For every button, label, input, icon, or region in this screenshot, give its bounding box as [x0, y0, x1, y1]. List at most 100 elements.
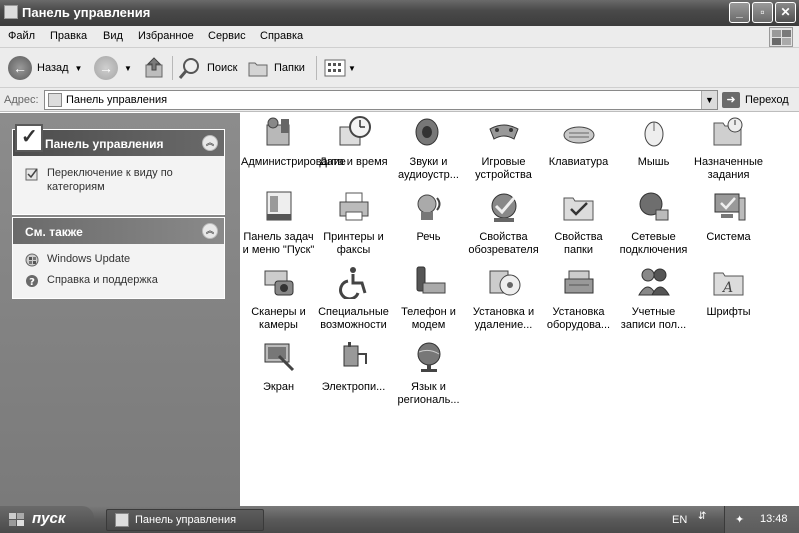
menu-help[interactable]: Справка — [260, 30, 303, 42]
toolbar-separator — [172, 56, 173, 80]
item-display[interactable]: Экран — [241, 340, 316, 394]
windows-update-link[interactable]: Windows Update — [13, 252, 224, 267]
language-switch-icon[interactable]: ⇵ — [698, 511, 706, 522]
item-game-controllers[interactable]: Игровые устройства — [466, 115, 541, 182]
see-also-box: См. также ︽ Windows Update ? Справка и п… — [12, 217, 225, 299]
item-accessibility[interactable]: Специальные возможности — [316, 265, 391, 332]
windows-update-label: Windows Update — [47, 253, 131, 265]
item-phone-modem[interactable]: Телефон и модем — [391, 265, 466, 332]
item-admin-tools[interactable]: Администрирование — [241, 115, 346, 169]
help-support-link[interactable]: ? Справка и поддержка — [13, 273, 224, 288]
menu-tools[interactable]: Сервис — [208, 30, 246, 42]
user-accounts-icon — [637, 268, 670, 296]
item-sounds[interactable]: Звуки и аудиоустр... — [391, 115, 466, 182]
control-panel-box: Панель управления ︽ Переключение к виду … — [12, 124, 225, 215]
folders-button[interactable]: Папки — [247, 54, 305, 82]
item-scanners-cameras[interactable]: Сканеры и камеры — [241, 265, 316, 332]
item-power-options[interactable]: Электропи... — [316, 340, 391, 394]
address-value: Панель управления — [66, 94, 168, 106]
chevron-down-icon[interactable]: ▼ — [348, 64, 356, 73]
up-folder-icon — [145, 57, 163, 78]
language-indicator[interactable]: EN — [672, 514, 687, 526]
printers-icon — [339, 192, 368, 221]
start-button[interactable]: пуск — [0, 506, 94, 533]
svg-text:A: A — [720, 280, 732, 296]
item-user-accounts[interactable]: Учетные записи пол... — [616, 265, 691, 332]
toolbar-separator — [316, 56, 317, 80]
collapse-icon[interactable]: ︽ — [202, 135, 218, 151]
go-label: Переход — [745, 94, 789, 106]
menu-edit[interactable]: Правка — [50, 30, 87, 42]
add-remove-icon — [489, 270, 520, 296]
search-icon — [178, 58, 199, 79]
views-grid-icon — [324, 59, 346, 77]
folders-label: Папки — [274, 62, 305, 74]
network-tray-icon[interactable]: ✦ — [735, 513, 744, 526]
speech-icon — [417, 194, 440, 220]
scheduled-tasks-icon — [713, 117, 742, 146]
item-mouse[interactable]: Мышь — [616, 115, 691, 169]
internet-options-icon — [491, 193, 516, 222]
go-arrow-icon: ➜ — [722, 92, 740, 108]
taskbar-window-button[interactable]: Панель управления — [106, 509, 264, 531]
chevron-down-icon[interactable]: ▼ — [75, 64, 83, 73]
item-internet-options[interactable]: Свойства обозревателя — [466, 190, 541, 257]
back-arrow-icon: ← — [8, 56, 32, 80]
back-button[interactable]: ← Назад ▼ — [8, 54, 82, 82]
item-add-remove[interactable]: Установка и удаление... — [466, 265, 541, 332]
system-icon — [714, 193, 745, 221]
item-taskbar-start[interactable]: Панель задач и меню "Пуск" — [241, 190, 316, 257]
see-also-header[interactable]: См. также ︽ — [13, 218, 224, 244]
start-label: пуск — [32, 510, 66, 527]
add-hardware-icon — [564, 270, 593, 294]
forward-button[interactable]: → ▼ — [94, 54, 132, 82]
up-folder-button[interactable] — [144, 54, 166, 82]
close-button[interactable]: ✕ — [775, 2, 796, 23]
taskbar-window-label: Панель управления — [135, 514, 237, 526]
menu-view[interactable]: Вид — [103, 30, 123, 42]
item-printers-faxes[interactable]: Принтеры и факсы — [316, 190, 391, 257]
date-time-icon — [339, 116, 371, 146]
item-folder-options[interactable]: Свойства папки — [541, 190, 616, 257]
views-button[interactable]: ▼ — [324, 54, 356, 82]
control-panel-icon — [48, 93, 62, 107]
menu-favorites[interactable]: Избранное — [138, 30, 194, 42]
regional-icon — [417, 342, 440, 372]
panel-title: Панель управления — [45, 137, 164, 151]
maximize-button[interactable]: ▫ — [752, 2, 773, 23]
folder-options-icon — [563, 197, 593, 221]
network-icon — [639, 192, 668, 221]
see-also-title: См. также — [25, 225, 83, 239]
item-fonts[interactable]: A Шрифты — [691, 265, 766, 319]
item-network-connections[interactable]: Сетевые подключения — [616, 190, 691, 257]
control-panel-icon — [15, 124, 43, 152]
address-bar: Адрес: Панель управления ▼ ➜ Переход — [0, 88, 799, 112]
menu-bar: Файл Правка Вид Избранное Сервис Справка — [0, 26, 799, 48]
item-keyboard[interactable]: Клавиатура — [541, 115, 616, 169]
keyboard-icon — [563, 126, 594, 144]
item-add-hardware[interactable]: Установка оборудова... — [541, 265, 616, 332]
menu-file[interactable]: Файл — [8, 30, 35, 42]
go-button[interactable]: ➜ Переход — [722, 92, 789, 108]
collapse-icon[interactable]: ︽ — [202, 223, 218, 239]
mouse-icon — [644, 121, 663, 147]
switch-category-view-label: Переключение к виду по категориям — [47, 167, 173, 193]
minimize-button[interactable]: _ — [729, 2, 750, 23]
item-speech[interactable]: Речь — [391, 190, 466, 244]
fonts-icon: A — [713, 272, 743, 296]
address-input[interactable]: Панель управления ▼ — [44, 90, 718, 110]
switch-category-view-link[interactable]: Переключение к виду по категориям — [13, 166, 224, 194]
item-date-time[interactable]: Дата и время — [316, 115, 391, 169]
search-button[interactable]: Поиск — [178, 54, 237, 82]
back-label: Назад — [37, 62, 69, 74]
clock[interactable]: 13:48 — [760, 513, 788, 525]
control-panel-box-header[interactable]: Панель управления ︽ — [13, 124, 224, 156]
item-scheduled-tasks[interactable]: Назначенные задания — [691, 115, 766, 182]
item-regional-options[interactable]: Язык и региональ... — [391, 340, 466, 407]
forward-arrow-icon: → — [94, 56, 118, 80]
chevron-down-icon[interactable]: ▼ — [701, 91, 717, 109]
window-title: Панель управления — [22, 5, 151, 20]
item-system[interactable]: Система — [691, 190, 766, 244]
taskbar-icon — [266, 191, 291, 221]
chevron-down-icon[interactable]: ▼ — [124, 64, 132, 73]
